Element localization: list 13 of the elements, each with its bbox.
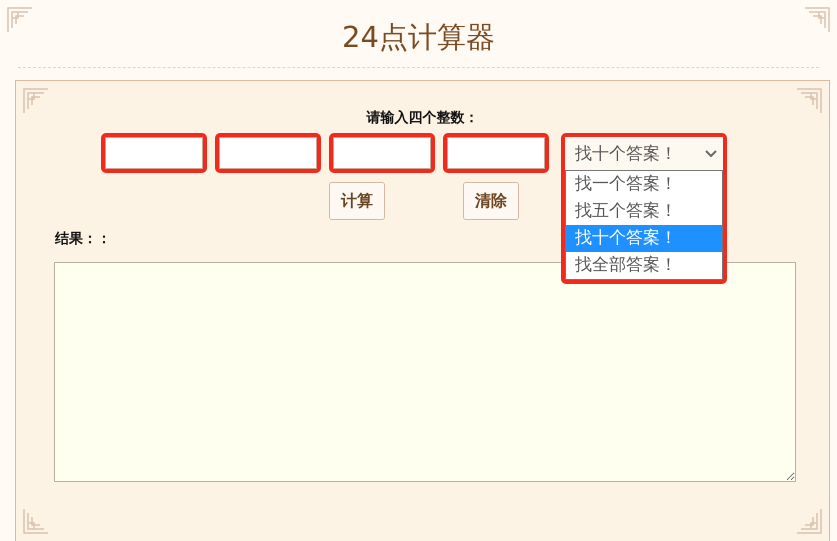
result-label: 结果：： xyxy=(55,230,111,248)
corner-ornament-icon xyxy=(6,6,34,34)
corner-ornament-icon xyxy=(22,507,50,535)
page-title: 24点计算器 xyxy=(342,18,495,56)
calculate-button[interactable]: 计算 xyxy=(329,182,385,220)
chevron-down-icon xyxy=(705,150,717,158)
corner-ornament-icon xyxy=(803,6,831,34)
corner-ornament-icon xyxy=(22,87,50,115)
clear-button[interactable]: 清除 xyxy=(463,182,519,220)
answer-count-select[interactable]: 找十个答案！ xyxy=(565,137,723,170)
corner-ornament-icon xyxy=(795,507,823,535)
input-prompt: 请输入四个整数： xyxy=(366,109,478,127)
corner-ornament-icon xyxy=(795,87,823,115)
